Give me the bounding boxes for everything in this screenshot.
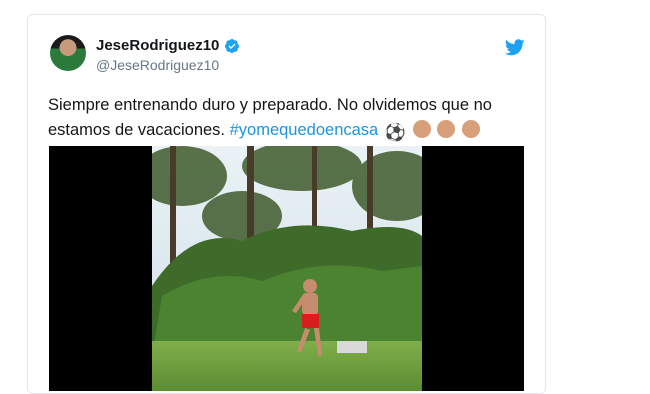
handle[interactable]: @JeseRodriguez10 xyxy=(96,57,219,73)
twitter-bird-icon[interactable] xyxy=(505,39,525,56)
video-frame-image xyxy=(152,146,422,391)
flexed-biceps-emoji-icon xyxy=(412,120,431,138)
soccer-ball-emoji-icon: ⚽ xyxy=(384,123,406,143)
flexed-biceps-emoji-icon xyxy=(437,120,456,138)
tweet-text: Siempre entrenando duro y preparado. No … xyxy=(48,93,518,146)
clapping-hands-emoji-icon xyxy=(461,120,480,138)
tweet-text-line1: Siempre entrenando duro y preparado. No … xyxy=(48,96,492,114)
verified-badge-icon xyxy=(225,38,240,53)
hashtag-link[interactable]: #yomequedoencasa xyxy=(230,121,379,139)
author-row: JeseRodriguez10 xyxy=(96,37,240,54)
avatar[interactable] xyxy=(50,35,86,71)
video-player[interactable] xyxy=(49,146,524,391)
tweet-text-line2: estamos de vacaciones. xyxy=(48,121,230,139)
tweet-card[interactable]: JeseRodriguez10 @JeseRodriguez10 Siempre… xyxy=(27,14,546,394)
display-name[interactable]: JeseRodriguez10 xyxy=(96,37,219,54)
